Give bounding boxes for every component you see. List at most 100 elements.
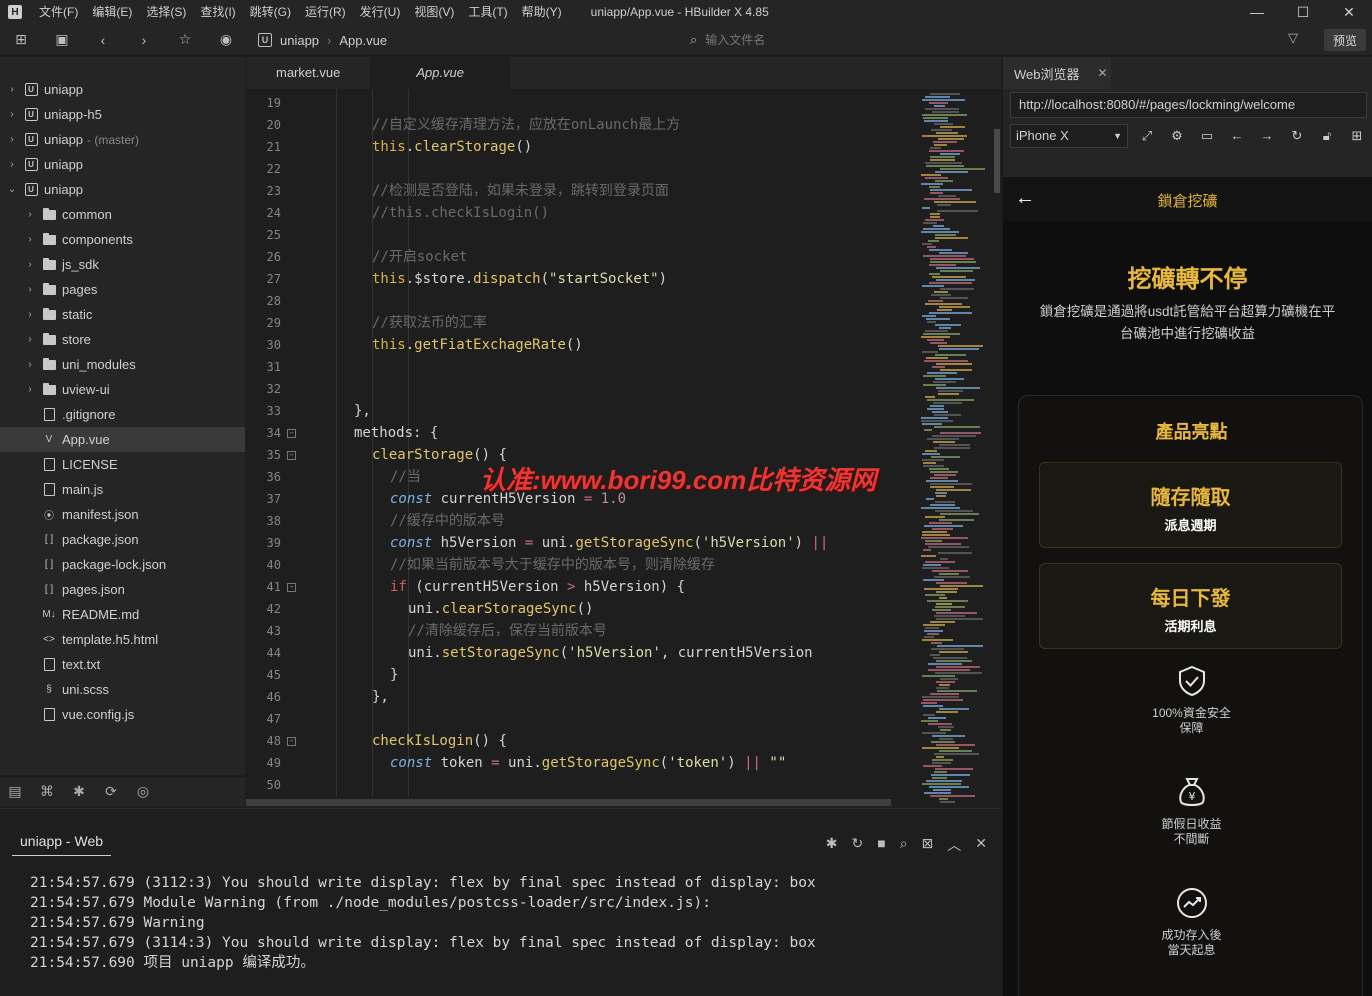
maximize-icon[interactable]: ☐ [1280,0,1326,24]
folder-item[interactable]: › uni_modules [0,352,245,377]
close-panel-icon[interactable]: ✕ [975,835,987,855]
horizontal-scrollbar[interactable] [246,796,1001,808]
folder-item[interactable]: › js_sdk [0,252,245,277]
git-icon[interactable]: ⟳ [102,783,120,800]
find-icon[interactable]: ⌕ [900,835,908,855]
scroll-thumb[interactable] [994,129,1000,193]
project-item[interactable]: › Uuniapp - (master) [0,127,245,152]
fold-toggle-icon[interactable]: − [287,451,296,460]
line-number: 37 [266,492,281,506]
menu-item[interactable]: 帮助(Y) [515,0,569,24]
forward-arrow-icon[interactable]: → [1257,126,1277,146]
close-icon[interactable]: ✕ [1326,0,1372,24]
folder-item[interactable]: › static [0,302,245,327]
folder-item[interactable]: › components [0,227,245,252]
file-item[interactable]: text.txt [0,652,245,677]
minimap[interactable] [913,89,993,808]
device-select[interactable]: iPhone X ▼ [1010,124,1128,148]
breadcrumb-project[interactable]: uniapp [280,33,319,48]
fold-toggle-icon[interactable]: − [287,583,296,592]
folder-item[interactable]: › uview-ui [0,377,245,402]
menu-item[interactable]: 发行(U) [353,0,408,24]
vertical-scrollbar[interactable] [993,89,1001,808]
minimap-line [934,615,965,617]
scroll-thumb[interactable] [246,799,891,806]
forward-icon[interactable]: › [134,30,154,50]
file-item[interactable]: V App.vue [0,427,245,452]
binoculars-icon[interactable]: ⌘ [38,783,56,800]
code-content: methods: { [354,422,438,444]
menu-item[interactable]: 文件(F) [32,0,85,24]
restart-icon[interactable]: ↻ [851,835,863,855]
file-item[interactable]: [ ] package.json [0,527,245,552]
clear-icon[interactable]: ⊠ [922,835,934,855]
project-item[interactable]: › Uuniapp-h5 [0,102,245,127]
menu-item[interactable]: 工具(T) [461,0,514,24]
preview-button[interactable]: 预览 [1324,29,1366,51]
breadcrumb-file[interactable]: App.vue [339,33,387,48]
rotate-icon[interactable]: ⤢ [1137,126,1157,146]
menu-item[interactable]: 选择(S) [139,0,193,24]
file-search-input[interactable] [705,33,1006,47]
plugin-icon[interactable]: ◎ [134,783,152,800]
minimap-line [940,297,968,299]
minimap-line [930,189,972,191]
file-item[interactable]: .gitignore [0,402,245,427]
file-item[interactable]: [ ] package-lock.json [0,552,245,577]
file-item[interactable]: LICENSE [0,452,245,477]
menu-item[interactable]: 视图(V) [407,0,461,24]
fold-toggle-icon[interactable]: − [287,429,296,438]
refresh-icon[interactable]: ↻ [1287,126,1307,146]
debug-icon[interactable]: ✱ [826,835,838,855]
line-number: 48 [266,734,281,748]
back-arrow-icon[interactable]: ← [1227,126,1247,146]
menu-item[interactable]: 编辑(E) [85,0,139,24]
menu-item[interactable]: 查找(I) [193,0,242,24]
file-item[interactable]: [ ] pages.json [0,577,245,602]
explorer-icon[interactable]: ▤ [6,783,24,800]
file-item[interactable]: § uni.scss [0,677,245,702]
tab-web-browser[interactable]: Web浏览器 ✕ [1003,57,1111,89]
close-tab-icon[interactable]: ✕ [1098,66,1108,80]
stop-icon[interactable]: ■ [877,835,885,855]
folder-item[interactable]: › pages [0,277,245,302]
gear-icon[interactable]: ⚙ [1167,126,1187,146]
chevron-up-icon[interactable]: ︿ [947,835,961,855]
console-icon[interactable]: ▭ [1197,126,1217,146]
console-tab[interactable]: uniapp - Web [12,833,112,856]
url-input[interactable]: http://localhost:8080/#/pages/lockming/w… [1010,92,1367,118]
lock-icon[interactable]: 🔓︎ [1317,126,1337,146]
editor-tab[interactable]: App.vue [370,57,511,89]
minimap-line [936,582,967,584]
save-icon[interactable]: ▣ [52,30,72,50]
code-token: getStorageSync [541,755,660,771]
menu-item[interactable]: 跳转(G) [243,0,298,24]
grid-icon[interactable]: ⊞ [1347,126,1367,146]
file-item[interactable]: <> template.h5.html [0,627,245,652]
code-editor[interactable]: 19 20//自定义缓存清理方法，应放在onLaunch最上方 21 this.cle… [246,89,913,796]
code-token: clearStorageSync [441,601,577,617]
project-item[interactable]: › Uuniapp [0,77,245,102]
chevron-right-icon: › [10,109,14,120]
filter-icon[interactable]: ▽ [1288,30,1298,46]
star-icon[interactable]: ☆ [175,30,195,50]
file-item[interactable]: ⦿ manifest.json [0,502,245,527]
file-item[interactable]: vue.config.js [0,702,245,727]
run-icon[interactable]: ◉ [216,30,236,50]
fold-toggle-icon[interactable]: − [287,737,296,746]
project-item[interactable]: ⌄ Uuniapp [0,177,245,202]
minimize-icon[interactable]: — [1234,0,1280,24]
new-file-icon[interactable]: ⊞ [11,30,31,50]
file-item[interactable]: M↓ README.md [0,602,245,627]
editor-tab[interactable]: market.vue [246,57,370,89]
minimap-line [935,378,964,380]
project-item[interactable]: › Uuniapp [0,152,245,177]
folder-item[interactable]: › common [0,202,245,227]
folder-item[interactable]: › store [0,327,245,352]
code-line: 19 [246,92,913,114]
back-icon[interactable]: ‹ [93,30,113,50]
menu-item[interactable]: 运行(R) [298,0,353,24]
file-item[interactable]: main.js [0,477,245,502]
bug-icon[interactable]: ✱ [70,783,88,800]
minimap-line [930,621,955,623]
